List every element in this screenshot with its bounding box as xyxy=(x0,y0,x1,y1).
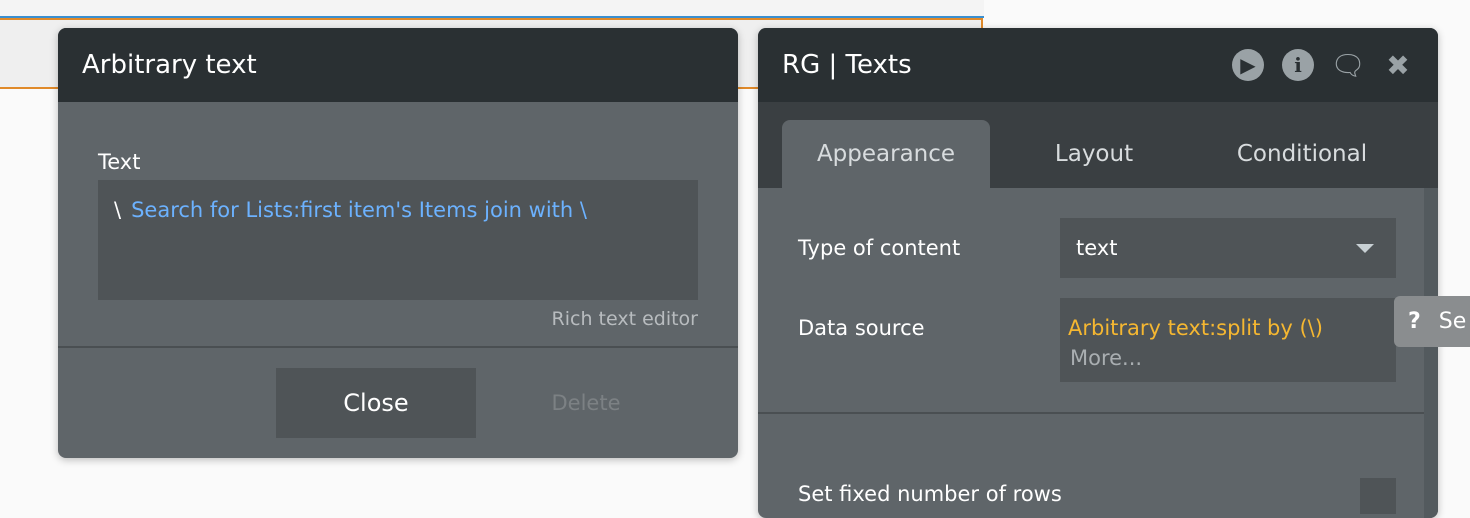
rich-text-editor-link[interactable]: Rich text editor xyxy=(552,308,698,330)
type-of-content-label: Type of content xyxy=(798,236,961,260)
help-tooltip[interactable]: ? Se xyxy=(1394,296,1470,347)
type-of-content-select[interactable]: text xyxy=(1060,218,1396,278)
divider xyxy=(758,412,1424,414)
rg-texts-panel: RG | Texts ▶ i 🗨 ✖ Appearance Layout Con… xyxy=(758,28,1438,518)
info-icon[interactable]: i xyxy=(1282,49,1314,81)
text-input[interactable]: \ Search for Lists:first item's Items joi… xyxy=(98,180,698,300)
close-icon[interactable]: ✖ xyxy=(1382,49,1414,82)
play-icon[interactable]: ▶ xyxy=(1232,49,1264,81)
tab-conditional[interactable]: Conditional xyxy=(1198,120,1406,188)
panel-title: RG | Texts xyxy=(782,50,912,80)
data-source-input[interactable]: Arbitrary text:split by (\) More... xyxy=(1060,298,1396,382)
delete-button[interactable]: Delete xyxy=(486,368,686,438)
tab-appearance[interactable]: Appearance xyxy=(782,120,990,188)
fixed-rows-label: Set fixed number of rows xyxy=(798,482,1062,506)
divider xyxy=(58,346,738,348)
question-icon: ? xyxy=(1408,309,1421,334)
arbitrary-text-panel: Arbitrary text Text \ Search for Lists:fi… xyxy=(58,28,738,458)
dynamic-expression[interactable]: Search for Lists:first item's Items join… xyxy=(131,198,587,222)
text-prefix: \ xyxy=(114,198,122,222)
more-link[interactable]: More... xyxy=(1068,342,1380,374)
canvas-top xyxy=(0,0,984,16)
caret-down-icon xyxy=(1356,244,1374,253)
tooltip-text: Se xyxy=(1438,309,1467,334)
panel-title: Arbitrary text xyxy=(58,28,738,102)
close-button[interactable]: Close xyxy=(276,368,476,438)
select-value: text xyxy=(1076,236,1118,260)
data-source-label: Data source xyxy=(798,316,925,340)
scrollbar[interactable] xyxy=(1424,188,1438,518)
text-label: Text xyxy=(98,150,141,174)
tab-layout[interactable]: Layout xyxy=(990,120,1198,188)
comment-icon[interactable]: 🗨 xyxy=(1330,49,1366,82)
fixed-rows-checkbox[interactable] xyxy=(1360,478,1396,514)
data-source-expression[interactable]: Arbitrary text:split by (\) xyxy=(1068,314,1380,342)
